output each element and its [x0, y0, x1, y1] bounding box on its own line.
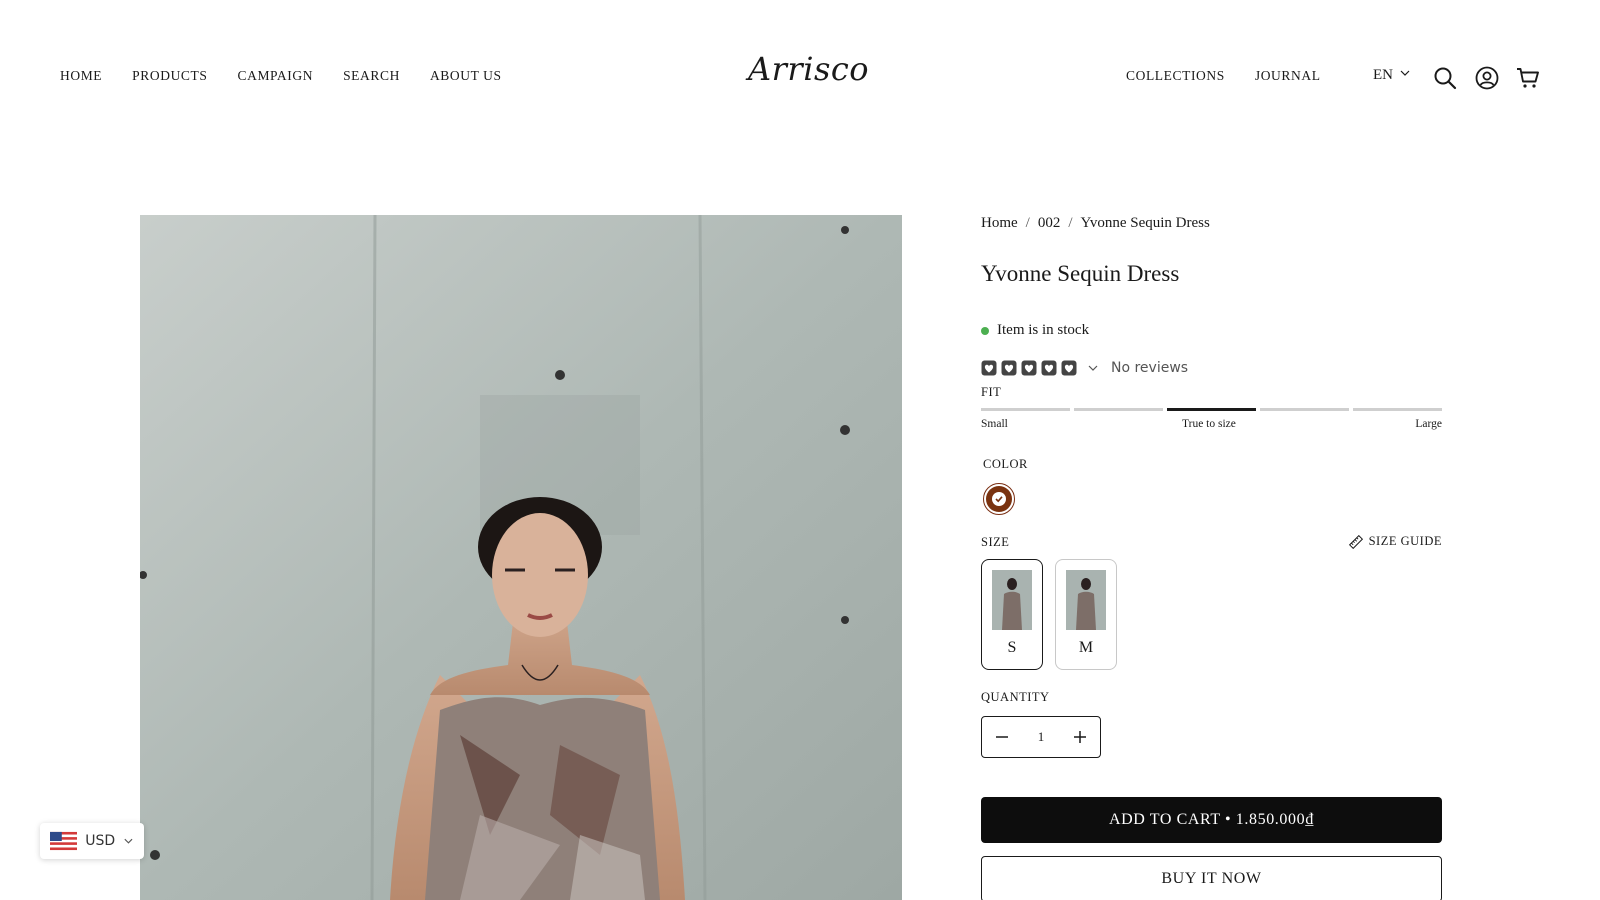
stock-indicator-dot: [981, 326, 989, 335]
heart-icon: [1021, 360, 1037, 376]
fit-scale-labels: Small True to size Large: [981, 418, 1442, 434]
plus-icon[interactable]: [1070, 727, 1090, 747]
nav-search-link[interactable]: SEARCH: [343, 68, 400, 84]
review-count-text: No reviews: [1111, 360, 1189, 376]
heart-icon: [981, 360, 997, 376]
fit-scale-small: Small: [981, 418, 1008, 430]
heart-icon: [1061, 360, 1077, 376]
size-option-label: S: [1007, 639, 1017, 656]
color-swatch-brown[interactable]: [983, 483, 1015, 515]
size-thumbnail: [992, 570, 1032, 630]
account-icon[interactable]: [1475, 66, 1499, 90]
size-option-m[interactable]: M: [1055, 559, 1117, 670]
chevron-down-icon: [1399, 67, 1411, 84]
site-header: HOME PRODUCTS CAMPAIGN SEARCH ABOUT US A…: [0, 0, 1600, 160]
fit-scale-true: True to size: [1182, 418, 1236, 430]
product-photo: [140, 215, 902, 900]
heart-icon: [1041, 360, 1057, 376]
currency-selector[interactable]: USD: [40, 823, 144, 859]
size-option-s[interactable]: S: [981, 559, 1043, 670]
breadcrumb-home-link[interactable]: Home: [981, 215, 1018, 232]
quantity-stepper: [981, 716, 1101, 758]
nav-journal-link[interactable]: JOURNAL: [1255, 68, 1321, 84]
breadcrumb-current: Yvonne Sequin Dress: [1080, 215, 1210, 231]
size-guide-link[interactable]: SIZE GUIDE: [1348, 534, 1442, 549]
review-rating[interactable]: No reviews: [981, 360, 1188, 376]
breadcrumb-collection-link[interactable]: 002: [1038, 215, 1061, 232]
fit-segment: [981, 408, 1070, 411]
primary-nav: HOME PRODUCTS CAMPAIGN SEARCH ABOUT US: [60, 68, 502, 84]
size-label: SIZE: [981, 535, 1010, 549]
check-icon: [992, 492, 1006, 506]
breadcrumb-separator: /: [1025, 215, 1030, 231]
fit-segment: [1074, 408, 1163, 411]
fit-scale-bars: [981, 408, 1442, 411]
color-label: COLOR: [983, 457, 1028, 471]
site-logo[interactable]: Arrisco: [748, 50, 869, 88]
fit-label: FIT: [981, 385, 1002, 399]
add-to-cart-button[interactable]: ADD TO CART • 1.850.000₫: [981, 797, 1442, 843]
fit-segment-active: [1167, 408, 1256, 411]
heart-icon: [1001, 360, 1017, 376]
search-icon[interactable]: [1433, 66, 1457, 90]
cart-icon[interactable]: [1516, 66, 1540, 90]
quantity-input[interactable]: [1021, 729, 1061, 745]
nav-products-link[interactable]: PRODUCTS: [132, 68, 207, 84]
us-flag-icon: [50, 831, 78, 851]
breadcrumb: Home / 002 / Yvonne Sequin Dress: [981, 215, 1210, 232]
nav-about-link[interactable]: ABOUT US: [430, 68, 502, 84]
product-title: Yvonne Sequin Dress: [981, 261, 1180, 286]
language-label: EN: [1373, 67, 1393, 83]
size-thumbnail: [1066, 570, 1106, 630]
fit-segment: [1260, 408, 1349, 411]
stock-status-text: Item is in stock: [997, 322, 1090, 338]
fit-scale-large: Large: [1415, 418, 1442, 430]
secondary-nav: COLLECTIONS JOURNAL: [1126, 68, 1321, 84]
stock-status: Item is in stock: [981, 322, 1089, 339]
product-main-image[interactable]: [140, 215, 902, 900]
nav-campaign-link[interactable]: CAMPAIGN: [237, 68, 313, 84]
quantity-label: QUANTITY: [981, 690, 1050, 704]
minus-icon[interactable]: [992, 727, 1012, 747]
nav-collections-link[interactable]: COLLECTIONS: [1126, 68, 1225, 84]
currency-code: USD: [85, 833, 116, 849]
size-guide-label: SIZE GUIDE: [1368, 534, 1442, 548]
buy-it-now-button[interactable]: BUY IT NOW: [981, 856, 1442, 900]
ruler-icon: [1348, 534, 1363, 549]
fit-segment: [1353, 408, 1442, 411]
nav-home-link[interactable]: HOME: [60, 68, 102, 84]
chevron-down-icon: [124, 838, 133, 844]
color-swatch-fill: [986, 486, 1012, 512]
language-selector[interactable]: EN: [1373, 67, 1411, 84]
size-option-label: M: [1078, 639, 1094, 656]
chevron-down-icon: [1088, 365, 1098, 371]
breadcrumb-separator: /: [1068, 215, 1073, 231]
